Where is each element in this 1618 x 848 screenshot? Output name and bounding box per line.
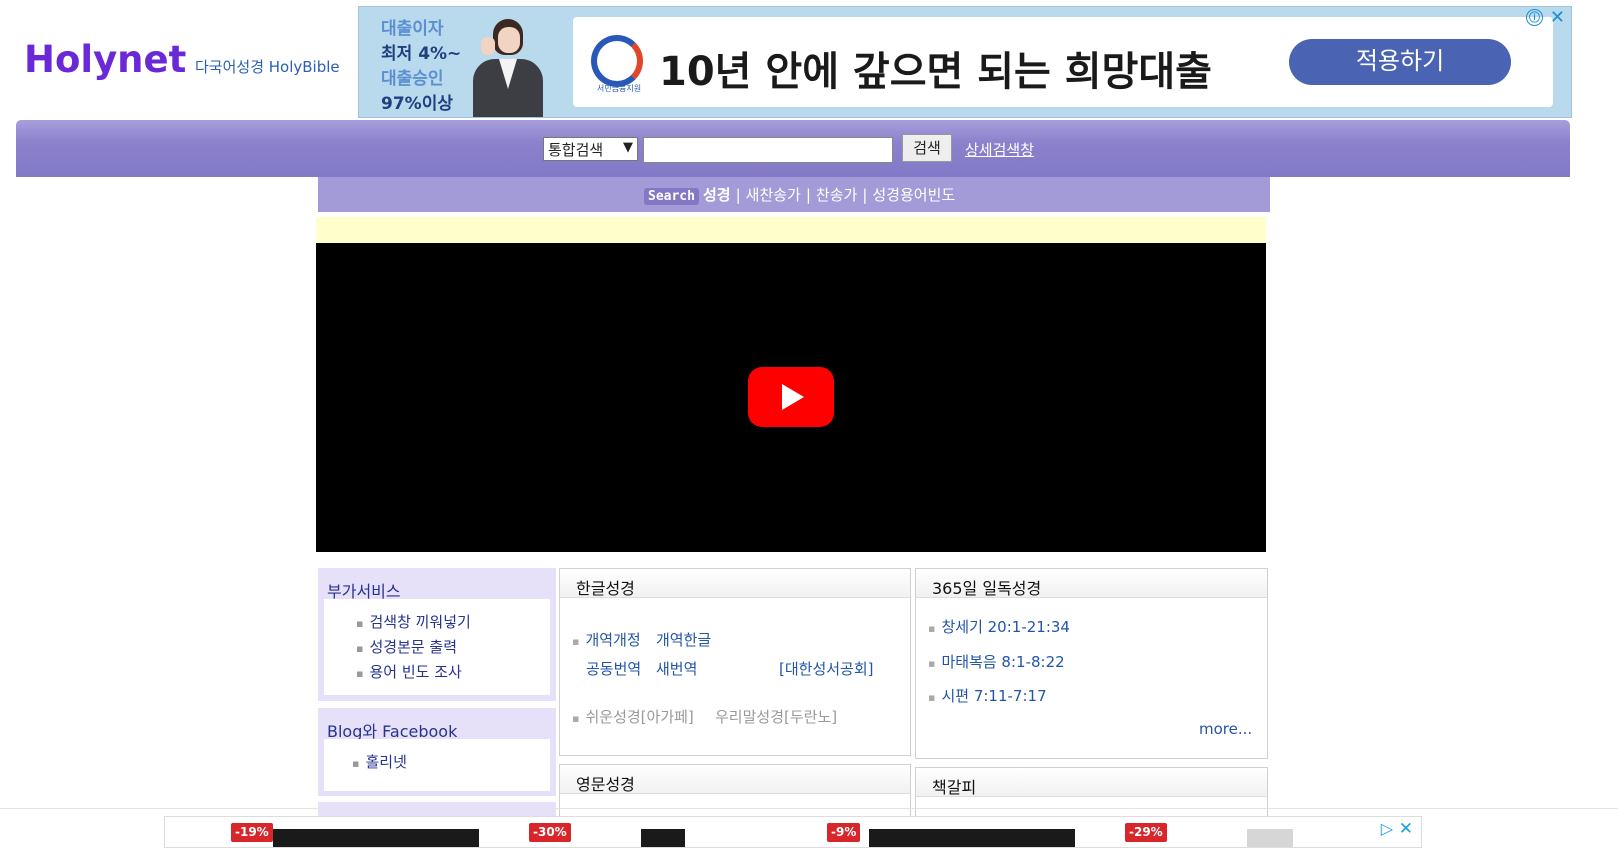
daily-item-1[interactable]: ▪ 창세기 20:1-21:34	[928, 616, 1070, 637]
link-easy-bible[interactable]: ▪ 쉬운성경[아가페]	[572, 706, 694, 727]
services-list: ▪ 검색창 끼워넣기 ▪ 성경본문 출력 ▪ 용어 빈도 조사	[324, 599, 550, 695]
ad-side-text: 대출이자 최저 4%~ 대출승인 97%이상	[381, 17, 461, 117]
korean-bible-panel: 한글성경 ▪ 개역개정 개역한글 공동번역 새번역 [대한성서공회] ▪ 쉬운성경[…	[559, 568, 911, 756]
search-type-select[interactable]: 통합검색 ▼	[543, 137, 638, 161]
panel-header: 책갈피	[916, 768, 1267, 797]
bullet-icon: ▪	[356, 617, 364, 630]
bible-link-label[interactable]: 개역개정	[585, 631, 640, 649]
product-thumbnail[interactable]	[641, 829, 685, 847]
bookmark-title: 책갈피	[932, 778, 977, 797]
english-bible-title: 영문성경	[576, 775, 635, 794]
bullet-icon: ▪	[572, 635, 580, 648]
product-thumbnail[interactable]	[869, 829, 1075, 847]
bottom-banner-ad[interactable]: -19% -30% -9% -29% ▷ ✕	[164, 816, 1422, 848]
ad-close-icon[interactable]: ✕	[1550, 7, 1565, 28]
blog-item-holynet[interactable]: ▪ 홀리넷	[352, 751, 407, 772]
discount-badge: -9%	[827, 823, 861, 842]
link-korean-revised[interactable]: 개역한글	[656, 629, 711, 650]
daily-reading-title: 365일 일독성경	[932, 579, 1042, 598]
ad-side-line: 대출이자	[381, 19, 444, 39]
ad-logo-caption: 서민금융지원	[596, 84, 642, 93]
blog-panel: Blog와 Facebook ▪ 홀리넷	[318, 708, 556, 796]
service-item-print[interactable]: ▪ 성경본문 출력	[356, 636, 457, 657]
ad-apply-button[interactable]: 적용하기	[1289, 39, 1511, 85]
product-thumbnail[interactable]	[273, 829, 479, 847]
ad-brand-logo: 서민금융지원	[589, 35, 643, 93]
nav-new-hymn[interactable]: 새찬송가	[746, 186, 801, 204]
daily-item-2[interactable]: ▪ 마태복음 8:1-8:22	[928, 651, 1065, 672]
blog-label[interactable]: 홀리넷	[365, 753, 406, 771]
nav-hymn[interactable]: 찬송가	[816, 186, 857, 204]
daily-item-label[interactable]: 마태복음 8:1-8:22	[941, 653, 1064, 671]
search-type-value: 통합검색	[548, 141, 604, 159]
sidebar-panel-partial	[318, 802, 556, 816]
top-banner-ad[interactable]: 대출이자 최저 4%~ 대출승인 97%이상 서민금융지원 10년 안에 갚으면…	[358, 6, 1572, 118]
search-tag: Search	[644, 188, 699, 205]
panel-header: 영문성경	[560, 765, 910, 794]
blog-list: ▪ 홀리넷	[324, 739, 550, 791]
more-link[interactable]: more...	[1199, 720, 1252, 738]
product-thumbnail[interactable]	[1247, 829, 1293, 847]
panel-header: 한글성경	[560, 569, 910, 598]
youtube-video-player[interactable]	[316, 243, 1266, 552]
ad-choices-icon[interactable]: ▷	[1381, 819, 1393, 838]
play-icon	[782, 384, 804, 410]
korean-bible-title: 한글성경	[576, 579, 635, 598]
bullet-icon: ▪	[928, 657, 936, 670]
bullet-icon: ▪	[356, 642, 364, 655]
nav-separator: |	[805, 186, 811, 204]
site-subtitle-link[interactable]: 다국어성경 HolyBible	[195, 56, 340, 77]
service-item-embed[interactable]: ▪ 검색창 끼워넣기	[356, 611, 471, 632]
ad-side-line: 최저 4%~	[381, 44, 462, 64]
search-category-nav: Search 성경 | 새찬송가 | 찬송가 | 성경용어빈도	[318, 177, 1270, 212]
bullet-icon: ▪	[572, 712, 580, 725]
service-label[interactable]: 성경본문 출력	[369, 638, 457, 656]
bullet-icon: ▪	[356, 667, 364, 680]
link-revised-korean[interactable]: ▪ 개역개정	[572, 629, 641, 650]
nav-bible[interactable]: 성경	[703, 186, 731, 204]
services-panel: 부가서비스 ▪ 검색창 끼워넣기 ▪ 성경본문 출력 ▪ 용어 빈도 조사	[318, 568, 556, 701]
nav-term-frequency[interactable]: 성경용어빈도	[872, 186, 955, 204]
daily-reading-panel: 365일 일독성경 ▪ 창세기 20:1-21:34 ▪ 마태복음 8:1-8:22…	[915, 568, 1268, 759]
daily-item-label[interactable]: 창세기 20:1-21:34	[941, 618, 1070, 636]
advanced-search-link[interactable]: 상세검색창	[965, 139, 1034, 160]
ad-info-icon[interactable]: ⓘ	[1526, 9, 1543, 26]
holynet-logo[interactable]: Holynet	[24, 38, 186, 81]
chevron-down-icon: ▼	[623, 140, 633, 155]
bullet-icon: ▪	[928, 691, 936, 704]
link-new-translation[interactable]: 새번역	[656, 658, 697, 679]
bible-link-label[interactable]: 쉬운성경[아가페]	[585, 708, 693, 726]
bullet-icon: ▪	[352, 757, 360, 770]
service-item-frequency[interactable]: ▪ 용어 빈도 조사	[356, 661, 462, 682]
search-input[interactable]	[643, 137, 893, 163]
discount-badge: -30%	[529, 823, 571, 842]
nav-separator: |	[862, 186, 868, 204]
ad-person-image	[459, 15, 551, 117]
service-label[interactable]: 검색창 끼워넣기	[369, 613, 470, 631]
close-icon[interactable]: ✕	[1399, 819, 1413, 839]
link-woorimal-bible[interactable]: 우리말성경[두란노]	[715, 706, 837, 727]
discount-badge: -29%	[1125, 823, 1167, 842]
ad-headline[interactable]: 10년 안에 갚으면 되는 희망대출	[659, 39, 1212, 97]
bullet-icon: ▪	[928, 622, 936, 635]
daily-item-label[interactable]: 시편 7:11-7:17	[941, 687, 1046, 705]
ad-side-line: 97%이상	[381, 94, 453, 114]
ad-side-line: 대출승인	[381, 69, 444, 89]
discount-badge: -19%	[231, 823, 273, 842]
daily-item-3[interactable]: ▪ 시편 7:11-7:17	[928, 685, 1047, 706]
panel-header: 365일 일독성경	[916, 569, 1267, 598]
divider	[0, 808, 1618, 809]
ad-side-panel: 대출이자 최저 4%~ 대출승인 97%이상	[359, 7, 569, 117]
notice-bar	[316, 217, 1266, 243]
nav-separator: |	[735, 186, 741, 204]
publisher-link[interactable]: [대한성서공회]	[779, 658, 874, 679]
search-button[interactable]: 검색	[902, 134, 952, 162]
service-label[interactable]: 용어 빈도 조사	[369, 663, 461, 681]
ad-content[interactable]: 서민금융지원 10년 안에 갚으면 되는 희망대출 적용하기	[573, 17, 1553, 107]
search-bar: 통합검색 ▼ 검색 상세검색창	[16, 120, 1570, 177]
link-common-translation[interactable]: 공동번역	[586, 658, 641, 679]
